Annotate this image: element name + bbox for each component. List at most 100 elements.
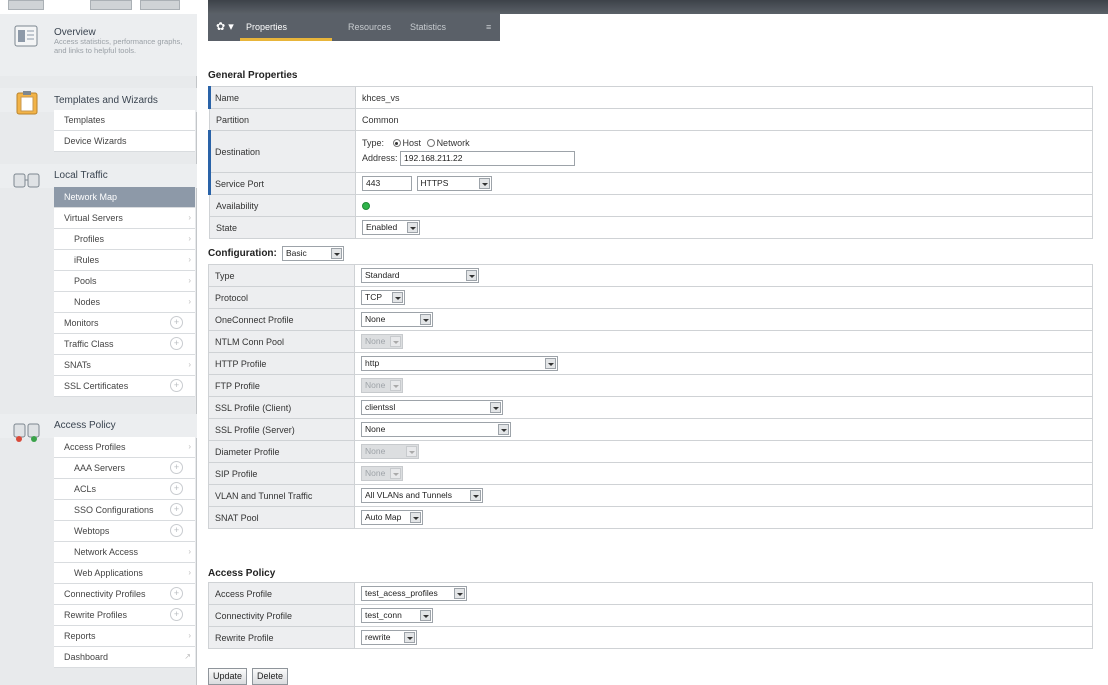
table-row: FTP Profile None [208, 374, 1093, 397]
sidebar-item-acls[interactable]: ACLs + [54, 479, 195, 500]
table-row: Partition Common [209, 108, 1093, 131]
config-label: Type [208, 264, 355, 287]
sip-profile-select: None [361, 466, 403, 481]
connectivity-profile-select[interactable]: test_conn [361, 608, 433, 623]
host-radio[interactable] [392, 139, 401, 148]
sidebar-item-label: Virtual Servers [64, 213, 123, 223]
sidebar-item-label: Web Applications [74, 568, 143, 578]
type-select[interactable]: Standard [361, 268, 479, 283]
update-button[interactable]: Update [208, 668, 248, 685]
sidebar-item-label: iRules [74, 255, 100, 265]
sidebar-item-network-access[interactable]: Network Access › [54, 542, 195, 563]
select-value: clientssl [365, 402, 396, 412]
chevron-down-icon [478, 178, 490, 189]
sidebar-item-nodes[interactable]: Nodes › [54, 292, 195, 313]
sidebar-item-pools[interactable]: Pools › [54, 271, 195, 292]
sidebar-item-reports[interactable]: Reports › [54, 626, 195, 647]
select-value: TCP [365, 292, 382, 302]
sidebar-item-sso-configurations[interactable]: SSO Configurations + [54, 500, 195, 521]
availability-status-icon [362, 202, 370, 211]
network-label: Network [436, 137, 470, 148]
service-port-input[interactable]: 443 [362, 176, 412, 191]
sidebar-item-rewrite-profiles[interactable]: Rewrite Profiles + [54, 605, 195, 626]
sidebar-item-snats[interactable]: SNATs › [54, 355, 195, 376]
sidebar-item-virtual-servers[interactable]: Virtual Servers › [54, 208, 195, 229]
config-label: NTLM Conn Pool [208, 330, 355, 353]
add-icon[interactable]: + [170, 587, 183, 600]
select-value: All VLANs and Tunnels [365, 490, 452, 500]
address-input[interactable]: 192.168.211.22 [400, 150, 576, 166]
sidebar-item-label: Network Access [74, 547, 139, 557]
sidebar-item-label: Network Map [64, 192, 118, 202]
sidebar-item-connectivity-profiles[interactable]: Connectivity Profiles + [54, 584, 195, 605]
add-icon[interactable]: + [170, 524, 183, 537]
gear-icon[interactable]: ✿ ▾ [216, 20, 234, 33]
protocol-select[interactable]: TCP [361, 290, 405, 305]
active-tab-indicator [240, 38, 332, 41]
add-icon[interactable]: + [170, 482, 183, 495]
service-port-cell: 443 HTTPS [355, 172, 1093, 195]
config-cell: None [354, 330, 1093, 353]
top-tab[interactable] [90, 0, 132, 10]
vlan-tunnel-traffic-select[interactable]: All VLANs and Tunnels [361, 488, 483, 503]
sidebar-item-device-wizards[interactable]: Device Wizards [54, 131, 195, 152]
add-icon[interactable]: + [170, 379, 183, 392]
sidebar-item-web-applications[interactable]: Web Applications › [54, 563, 195, 584]
clipboard-icon [16, 91, 38, 115]
network-radio[interactable] [426, 139, 435, 148]
add-icon[interactable]: + [170, 337, 183, 350]
sidebar-item-monitors[interactable]: Monitors + [54, 313, 195, 334]
snat-pool-select[interactable]: Auto Map [361, 510, 423, 525]
tab-resources[interactable]: Resources [348, 22, 391, 32]
config-label: HTTP Profile [208, 352, 355, 375]
ftp-profile-select: None [361, 378, 403, 393]
delete-button[interactable]: Delete [252, 668, 289, 685]
service-port-protocol-select[interactable]: HTTPS [416, 176, 492, 191]
add-icon[interactable]: + [170, 608, 183, 621]
sidebar-item-webtops[interactable]: Webtops + [54, 521, 195, 542]
sidebar-item-ssl-certificates[interactable]: SSL Certificates + [54, 376, 195, 397]
access-policy-title[interactable]: Access Policy [54, 420, 116, 431]
add-icon[interactable]: + [170, 503, 183, 516]
oneconnect-profile-select[interactable]: None [361, 312, 433, 327]
chevron-down-icon [392, 292, 403, 303]
tab-properties[interactable]: Properties [246, 22, 287, 32]
add-icon[interactable]: + [170, 316, 183, 329]
top-tab[interactable] [8, 0, 44, 10]
ssl-profile-client-select[interactable]: clientssl [361, 400, 503, 415]
sidebar: Overview Access statistics, performance … [0, 14, 197, 685]
rewrite-profile-select[interactable]: rewrite [361, 630, 417, 645]
config-cell: None [354, 440, 1093, 463]
sidebar-item-dashboard[interactable]: Dashboard ↗ [54, 647, 195, 668]
sidebar-item-aaa-servers[interactable]: AAA Servers + [54, 458, 195, 479]
table-row: Type Standard [208, 264, 1093, 287]
access-profile-select[interactable]: test_acess_profiles [361, 586, 467, 601]
sidebar-section-local-traffic[interactable]: Local Traffic [0, 164, 197, 188]
menu-icon[interactable]: ≡ [486, 22, 491, 32]
ssl-profile-server-select[interactable]: None [361, 422, 511, 437]
chevron-right-icon: › [188, 360, 191, 369]
select-value: test_acess_profiles [365, 588, 438, 598]
http-profile-select[interactable]: http [361, 356, 558, 371]
access-cell: rewrite [354, 626, 1093, 649]
sidebar-section-templates[interactable]: Templates and Wizards [0, 88, 197, 115]
table-row: Access Profile test_acess_profiles [208, 582, 1093, 605]
configuration-mode-select[interactable]: Basic [282, 246, 344, 261]
sidebar-item-templates[interactable]: Templates [54, 110, 195, 131]
sidebar-section-overview[interactable]: Overview Access statistics, performance … [0, 14, 197, 76]
top-tab[interactable] [140, 0, 180, 10]
sidebar-item-irules[interactable]: iRules › [54, 250, 195, 271]
state-select[interactable]: Enabled [362, 220, 420, 235]
templates-title[interactable]: Templates and Wizards [54, 95, 158, 106]
sidebar-item-traffic-class[interactable]: Traffic Class + [54, 334, 195, 355]
tab-statistics[interactable]: Statistics [410, 22, 446, 32]
sidebar-item-profiles[interactable]: Profiles › [54, 229, 195, 250]
add-icon[interactable]: + [170, 461, 183, 474]
config-cell: None [354, 308, 1093, 331]
sidebar-section-access-policy[interactable]: Access Policy [0, 414, 197, 442]
sidebar-item-access-profiles[interactable]: Access Profiles › [54, 437, 195, 458]
tab-bar: ✿ ▾ Properties Resources Statistics ≡ [208, 14, 500, 41]
sidebar-item-network-map[interactable]: Network Map [54, 187, 195, 208]
access-policy-icon [13, 423, 40, 442]
local-traffic-title[interactable]: Local Traffic [54, 170, 108, 181]
